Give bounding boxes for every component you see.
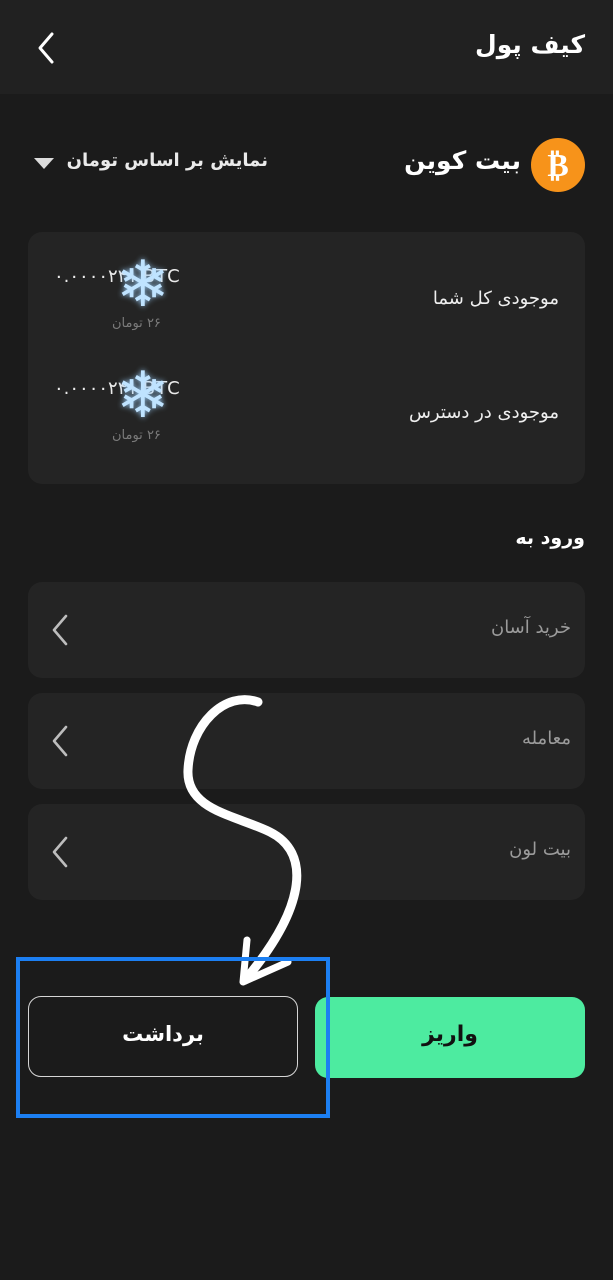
highlight-box	[16, 957, 330, 1118]
chevron-left-icon	[48, 834, 72, 870]
nav-item-bitloan[interactable]: بیت لون	[28, 804, 585, 900]
currency-select-label: نمایش بر اساس تومان	[66, 150, 268, 171]
available-balance-label: موجودی در دسترس	[408, 402, 559, 423]
page-title: کیف پول	[475, 30, 585, 59]
snowflake-icon: ❄	[116, 359, 170, 433]
triangle-down-icon	[34, 158, 54, 169]
chevron-left-icon	[48, 723, 72, 759]
currency-select[interactable]: نمایش بر اساس تومان	[28, 146, 268, 180]
nav-item-label: معامله	[521, 728, 571, 749]
snowflake-icon: ❄	[116, 248, 170, 322]
total-balance-label: موجودی کل شما	[432, 288, 559, 309]
section-title: ورود به	[515, 527, 585, 549]
nav-item-label: بیت لون	[509, 839, 571, 860]
bitcoin-icon: ₿	[531, 138, 585, 192]
nav-item-trade[interactable]: معامله	[28, 693, 585, 789]
app-header: کیف پول	[0, 0, 613, 94]
chevron-left-icon	[48, 612, 72, 648]
nav-item-easy-buy[interactable]: خرید آسان	[28, 582, 585, 678]
chevron-left-icon[interactable]	[30, 26, 66, 70]
nav-item-label: خرید آسان	[490, 617, 571, 638]
deposit-button[interactable]: واریز	[315, 997, 585, 1078]
balance-card: موجودی کل شما ٠.٠٠٠٠٢۴١ BTC ۲۶ تومان ❄ م…	[28, 232, 585, 484]
coin-name: بیت کوین	[404, 146, 521, 175]
